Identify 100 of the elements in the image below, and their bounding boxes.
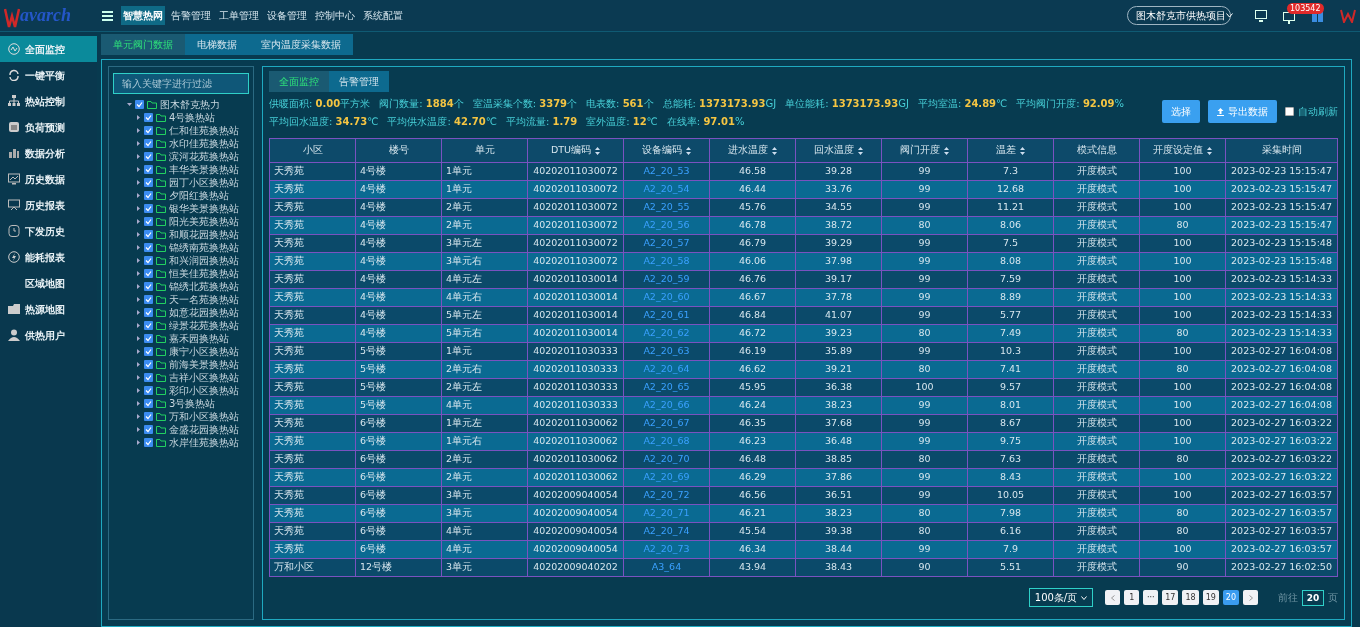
caret-icon[interactable] [127,102,132,107]
sort-icon[interactable] [772,146,777,155]
prev-page-button[interactable] [1105,590,1121,605]
sidebar-item[interactable]: 负荷预测 [0,114,97,140]
caret-icon[interactable] [136,219,141,224]
tab[interactable]: 电梯数据 [185,34,249,55]
sort-icon[interactable] [944,146,949,155]
nav-tab[interactable]: 告警管理 [169,6,213,25]
tree-item[interactable]: 锦绣北苑换热站 [169,279,239,294]
tree-item[interactable]: 万和小区换热站 [169,409,239,424]
page-button[interactable]: ··· [1143,590,1159,605]
page-button[interactable]: 17 [1162,590,1179,605]
caret-icon[interactable] [136,193,141,198]
tree-item[interactable]: 彩印小区换热站 [169,383,239,398]
column-header[interactable]: 开度设定值 [1139,138,1226,163]
caret-icon[interactable] [136,336,141,341]
caret-icon[interactable] [136,167,141,172]
caret-icon[interactable] [136,284,141,289]
caret-icon[interactable] [136,180,141,185]
caret-icon[interactable] [136,375,141,380]
nav-tab[interactable]: 设备管理 [265,6,309,25]
sidebar-item[interactable]: 能耗报表 [0,244,97,270]
caret-icon[interactable] [136,141,141,146]
tree-item[interactable]: 金盛花园换热站 [169,422,239,437]
page-input[interactable]: 20 [1302,589,1324,606]
sort-icon[interactable] [858,146,863,155]
page-button[interactable]: 18 [1182,590,1199,605]
caret-icon[interactable] [136,323,141,328]
column-header[interactable]: 设备编码 [623,138,710,163]
tree-item[interactable]: 绿景花苑换热站 [169,318,239,333]
column-header[interactable]: 回水温度 [795,138,882,163]
tree-item[interactable]: 嘉禾园换热站 [169,331,229,346]
sort-icon[interactable] [686,146,691,155]
checkbox-label[interactable]: 自动刷新 [1298,104,1338,119]
nav-tab[interactable]: 系统配置 [361,6,405,25]
sort-icon[interactable] [1207,146,1212,155]
sidebar-item[interactable]: 热站控制 [0,88,97,114]
caret-icon[interactable] [136,128,141,133]
caret-icon[interactable] [136,349,141,354]
tree-item[interactable]: 阳光美苑换热站 [169,214,239,229]
menu-icon[interactable] [102,10,113,21]
tree-item[interactable]: 和兴润园换热站 [169,253,239,268]
column-header[interactable]: DTU编码 [527,138,624,163]
nav-tab[interactable]: 智慧热网 [121,6,165,25]
caret-icon[interactable] [136,440,141,445]
tree-item[interactable]: 园丁小区换热站 [169,175,239,190]
caret-icon[interactable] [136,271,141,276]
tab[interactable]: 告警管理 [329,71,389,92]
caret-icon[interactable] [136,401,141,406]
tree-item[interactable]: 如意花园换热站 [169,305,239,320]
sidebar-item[interactable]: 下发历史 [0,218,97,244]
caret-icon[interactable] [136,258,141,263]
tree-item[interactable]: 丰华美景换热站 [169,162,239,177]
caret-icon[interactable] [136,245,141,250]
caret-icon[interactable] [136,388,141,393]
filter-field[interactable]: 输入关键字进行过滤 [113,73,249,94]
tree-item[interactable]: 锦绣南苑换热站 [169,240,239,255]
tree-item[interactable]: 夕阳红换热站 [169,188,229,203]
sort-icon[interactable] [595,146,601,155]
tree-item[interactable]: 水岸佳苑换热站 [169,435,239,450]
tree-item[interactable]: 前海美景换热站 [169,357,239,372]
caret-icon[interactable] [136,310,141,315]
tree-item[interactable]: 恒美佳苑换热站 [169,266,239,281]
tree-item[interactable]: 水印佳苑换热站 [169,136,239,151]
caret-icon[interactable] [136,414,141,419]
caret-icon[interactable] [136,427,141,432]
column-header[interactable]: 进水温度 [709,138,796,163]
tree-item[interactable]: 吉祥小区换热站 [169,370,239,385]
checkbox[interactable] [1285,107,1294,116]
caret-icon[interactable] [136,297,141,302]
sidebar-item[interactable]: 一键平衡 [0,62,97,88]
tree-item[interactable]: 仁和佳苑换热站 [169,123,239,138]
sidebar-item[interactable]: 供热用户 [0,322,97,348]
tree-item[interactable]: 和顺花园换热站 [169,227,239,242]
monitor-icon[interactable] [1255,9,1267,22]
display-icon[interactable] [1283,11,1295,24]
page-size-select[interactable]: 100条/页 [1028,588,1094,607]
column-header[interactable]: 阀门开度 [881,138,968,163]
tree-item[interactable]: 4号换热站 [169,110,216,125]
tab[interactable]: 室内温度采集数据 [249,34,353,55]
tree-item[interactable]: 天一名苑换热站 [169,292,239,307]
page-button[interactable]: 19 [1202,590,1219,605]
caret-icon[interactable] [136,206,141,211]
column-header[interactable]: 温差 [967,138,1054,163]
nav-tab[interactable]: 控制中心 [313,6,357,25]
sidebar-item[interactable]: 历史数据 [0,166,97,192]
sidebar-item[interactable]: 热源地图 [0,296,97,322]
sidebar-item[interactable]: 历史报表 [0,192,97,218]
tab[interactable]: 单元阀门数据 [101,34,185,55]
caret-icon[interactable] [136,115,141,120]
tree-item[interactable]: 康宁小区换热站 [169,344,239,359]
caret-icon[interactable] [136,154,141,159]
tree-item[interactable]: 3号换热站 [169,396,216,411]
sidebar-item[interactable]: 全面监控 [0,36,97,62]
tree-item[interactable]: 滨河花苑换热站 [169,149,239,164]
nav-tab[interactable]: 工单管理 [217,6,261,25]
tree-item[interactable]: 图木舒克热力 [160,97,220,112]
sidebar-item[interactable]: 数据分析 [0,140,97,166]
tab[interactable]: 全面监控 [269,71,329,92]
sidebar-item[interactable]: 区域地图 [0,270,97,296]
